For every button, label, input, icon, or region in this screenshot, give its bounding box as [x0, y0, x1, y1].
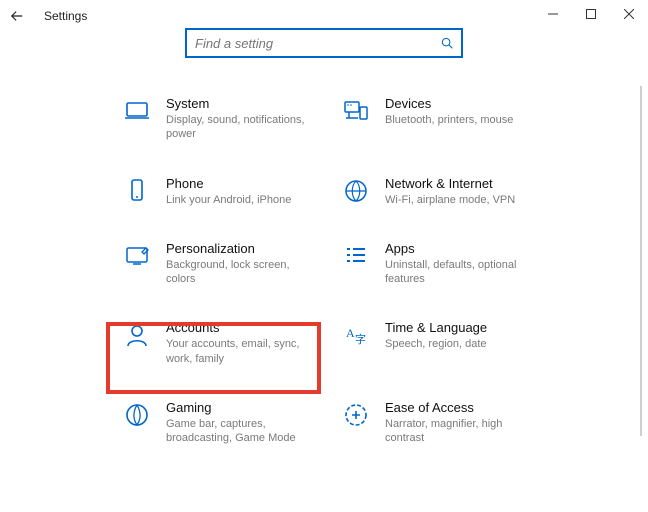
tile-accounts[interactable]: Accounts Your accounts, email, sync, wor… — [120, 316, 309, 370]
tile-title: Phone — [166, 176, 291, 191]
tile-network[interactable]: Network & Internet Wi-Fi, airplane mode,… — [339, 172, 528, 211]
minimize-icon — [548, 9, 558, 19]
app-title: Settings — [44, 9, 87, 23]
tile-sub: Game bar, captures, broadcasting, Game M… — [166, 417, 307, 446]
tile-title: System — [166, 96, 307, 111]
tile-sub: Background, lock screen, colors — [166, 258, 307, 287]
tile-system[interactable]: System Display, sound, notifications, po… — [120, 92, 309, 146]
tile-title: Ease of Access — [385, 400, 526, 415]
gaming-icon — [122, 402, 152, 428]
tile-sub: Wi-Fi, airplane mode, VPN — [385, 193, 515, 207]
time-language-icon: A字 — [341, 322, 371, 348]
tile-title: Devices — [385, 96, 513, 111]
ease-of-access-icon — [341, 402, 371, 428]
minimize-button[interactable] — [534, 0, 572, 28]
tile-title: Gaming — [166, 400, 307, 415]
maximize-icon — [586, 9, 596, 19]
tile-sub: Narrator, magnifier, high contrast — [385, 417, 526, 446]
tile-sub: Link your Android, iPhone — [166, 193, 291, 207]
close-icon — [624, 9, 634, 19]
tile-phone[interactable]: Phone Link your Android, iPhone — [120, 172, 309, 211]
scrollbar[interactable] — [640, 86, 642, 436]
personalization-icon — [122, 243, 152, 269]
tile-title: Apps — [385, 241, 526, 256]
search-icon — [433, 36, 461, 50]
tile-time-language[interactable]: A字 Time & Language Speech, region, date — [339, 316, 528, 370]
back-button[interactable] — [0, 0, 34, 32]
tile-sub: Speech, region, date — [385, 337, 487, 351]
network-icon — [341, 178, 371, 204]
settings-grid: System Display, sound, notifications, po… — [120, 92, 528, 512]
window-controls — [534, 0, 648, 28]
system-icon — [122, 98, 152, 124]
maximize-button[interactable] — [572, 0, 610, 28]
tile-ease-of-access[interactable]: Ease of Access Narrator, magnifier, high… — [339, 396, 528, 450]
close-button[interactable] — [610, 0, 648, 28]
tile-devices[interactable]: Devices Bluetooth, printers, mouse — [339, 92, 528, 146]
tile-title: Time & Language — [385, 320, 487, 335]
tile-sub: Bluetooth, printers, mouse — [385, 113, 513, 127]
apps-icon — [341, 243, 371, 269]
search-box[interactable] — [185, 28, 463, 58]
svg-text:A: A — [346, 326, 355, 340]
svg-text:字: 字 — [355, 332, 366, 346]
phone-icon — [122, 178, 152, 204]
tile-sub: Display, sound, notifications, power — [166, 113, 307, 142]
tile-title: Personalization — [166, 241, 307, 256]
arrow-left-icon — [10, 9, 24, 23]
accounts-icon — [122, 322, 152, 348]
tile-title: Network & Internet — [385, 176, 515, 191]
tile-sub: Uninstall, defaults, optional features — [385, 258, 526, 287]
devices-icon — [341, 98, 371, 124]
tile-personalization[interactable]: Personalization Background, lock screen,… — [120, 237, 309, 291]
tile-apps[interactable]: Apps Uninstall, defaults, optional featu… — [339, 237, 528, 291]
tile-gaming[interactable]: Gaming Game bar, captures, broadcasting,… — [120, 396, 309, 450]
tile-title: Accounts — [166, 320, 307, 335]
tile-sub: Your accounts, email, sync, work, family — [166, 337, 307, 366]
search-input[interactable] — [187, 36, 433, 51]
